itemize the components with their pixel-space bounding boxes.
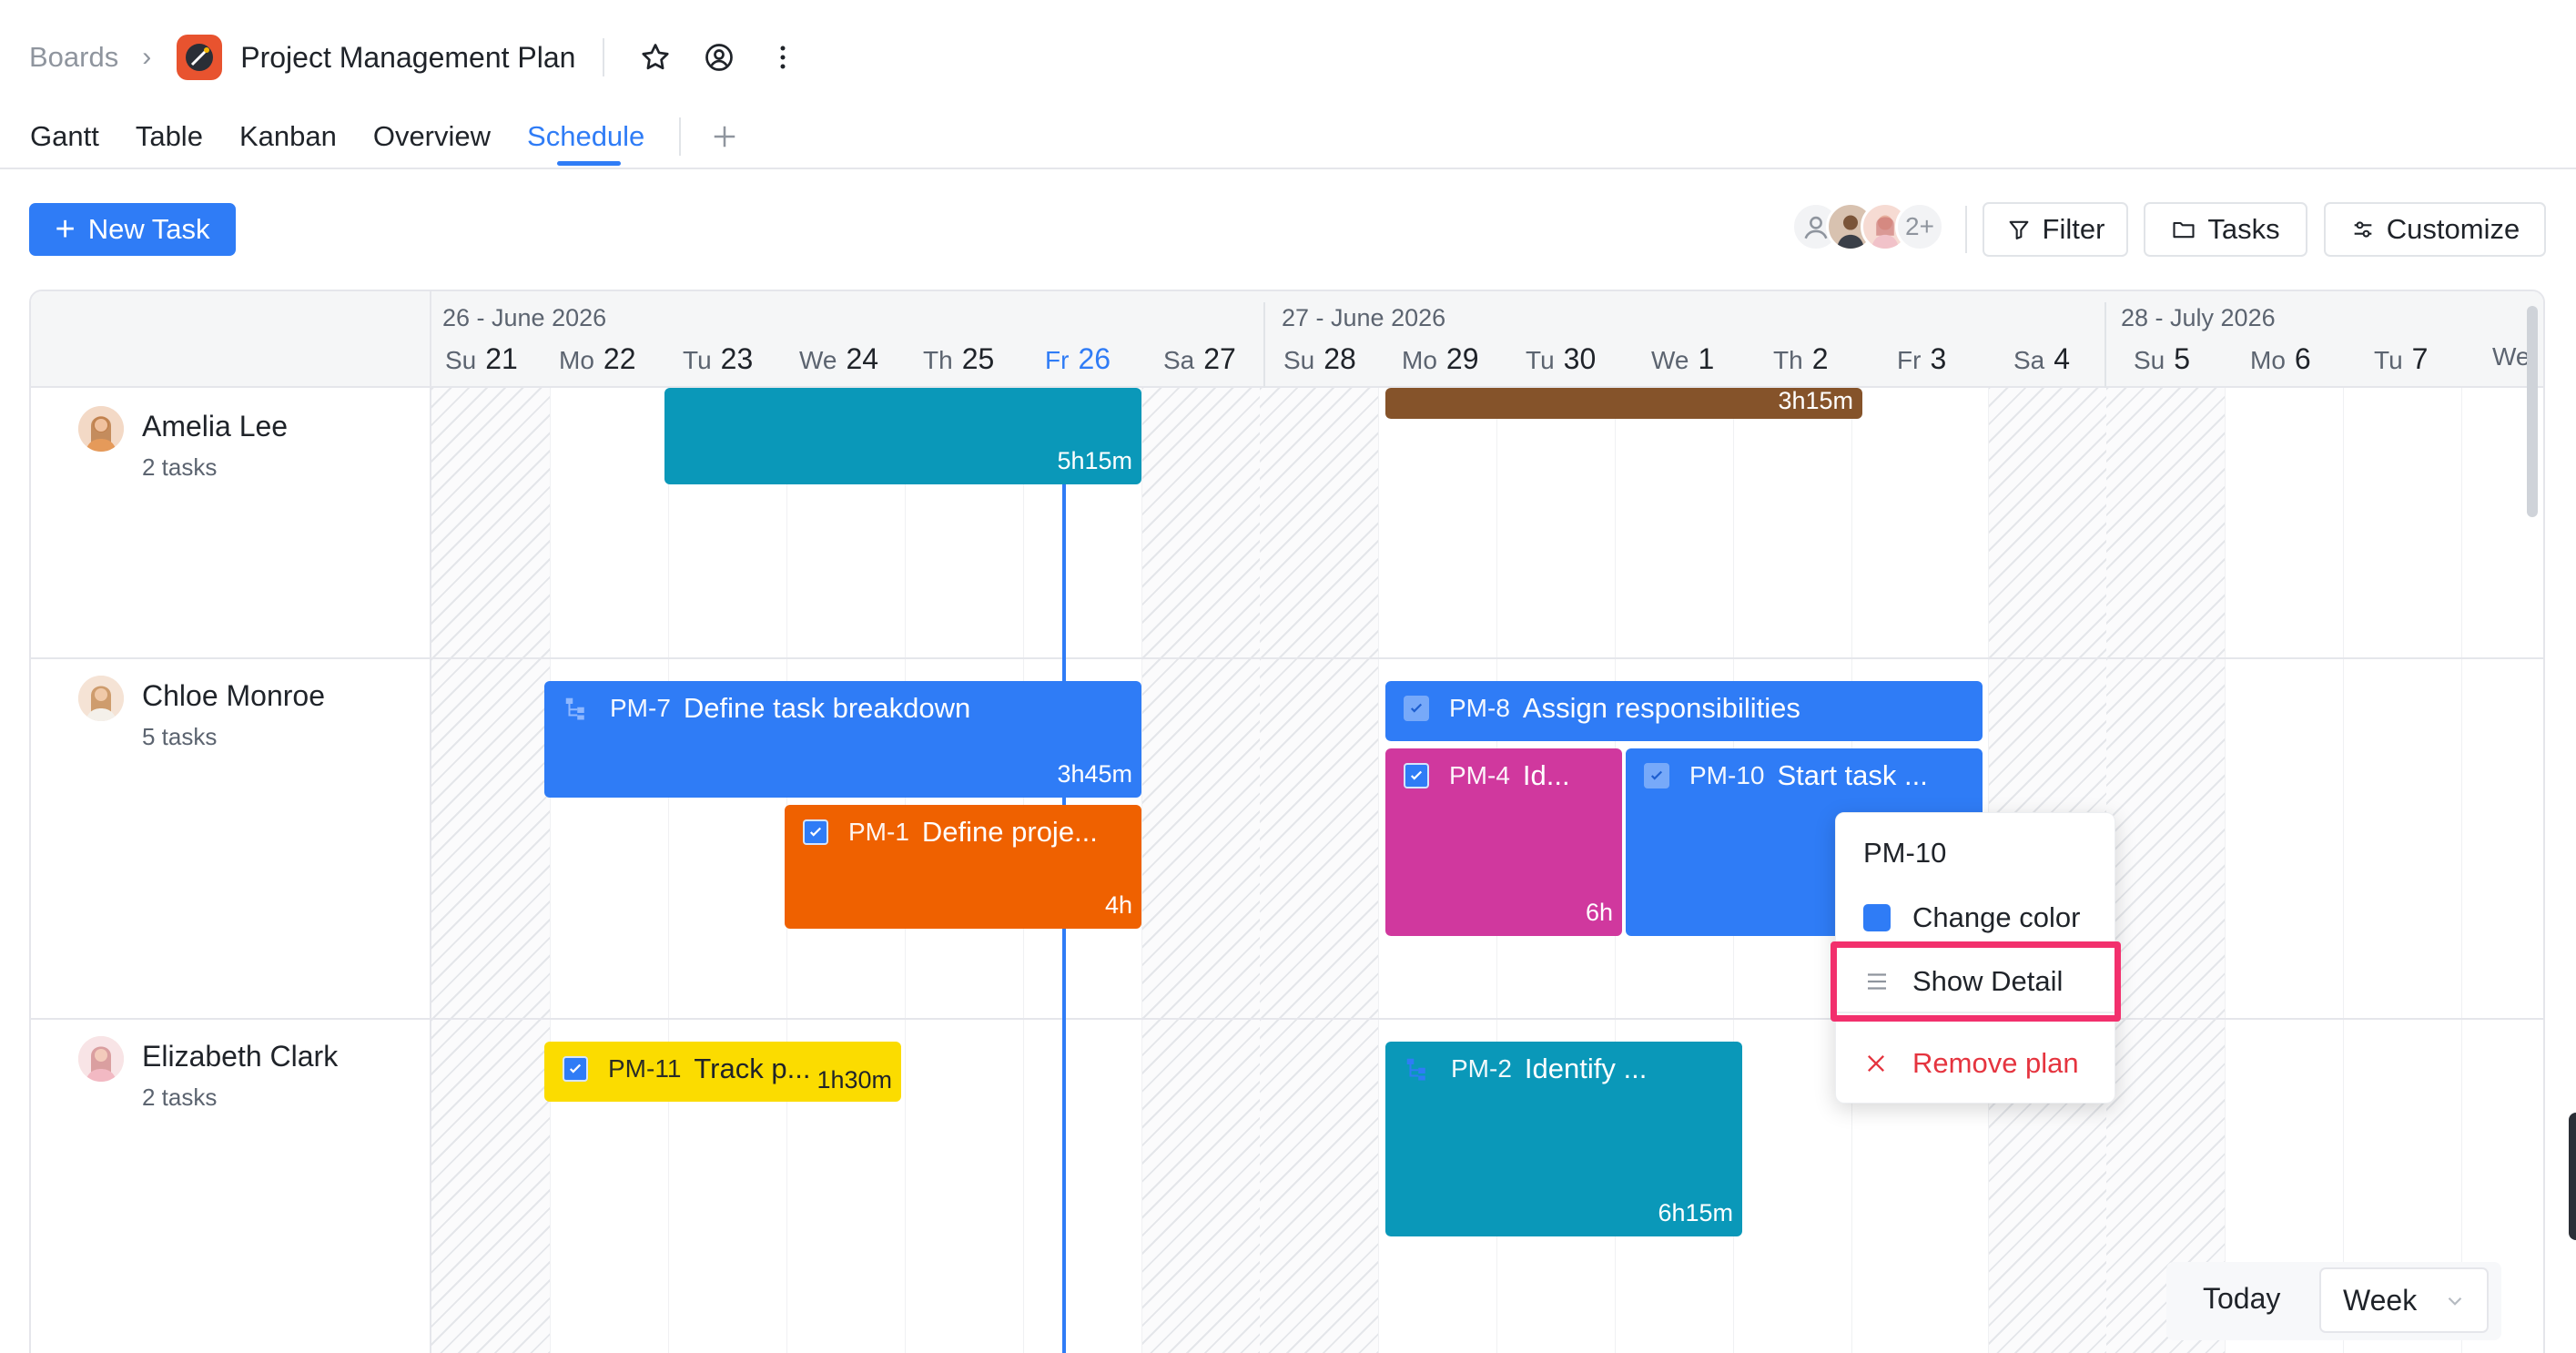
tab-gantt[interactable]: Gantt xyxy=(30,111,99,162)
view-tabs: Gantt Table Kanban Overview Schedule xyxy=(30,111,768,166)
subtask-icon xyxy=(563,695,590,722)
more-vertical-icon[interactable] xyxy=(763,37,803,77)
customize-button[interactable]: Customize xyxy=(2324,202,2546,257)
checkbox-icon xyxy=(1404,696,1429,721)
task-bar-pm-4[interactable]: PM-4 Id... 6h xyxy=(1385,748,1622,936)
folder-icon xyxy=(2173,221,2195,239)
divider xyxy=(1965,206,1967,253)
view-mode-select[interactable]: Week xyxy=(2319,1267,2489,1333)
day-header: We 24 xyxy=(799,342,879,375)
month-label: 28 - July 2026 xyxy=(2121,304,2276,331)
star-icon[interactable] xyxy=(635,37,675,77)
month-label: 27 - June 2026 xyxy=(1282,304,1446,331)
tab-schedule[interactable]: Schedule xyxy=(527,111,644,166)
divider xyxy=(679,117,682,156)
day-header: Mo 22 xyxy=(559,342,636,375)
add-view-icon[interactable] xyxy=(705,117,745,157)
day-header: Su 5 xyxy=(2134,342,2191,375)
checkbox-icon xyxy=(803,819,828,845)
checkbox-icon xyxy=(563,1056,588,1082)
task-bar-pm-11[interactable]: PM-11 Track p... 1h30m xyxy=(544,1042,901,1102)
watch-user-icon[interactable] xyxy=(699,37,739,77)
day-header: Tu 23 xyxy=(683,342,754,375)
close-icon xyxy=(1868,1055,1884,1072)
tab-overview[interactable]: Overview xyxy=(373,111,491,162)
weekend-column xyxy=(1260,388,1378,1353)
checkbox-icon xyxy=(1404,763,1429,788)
project-title: Project Management Plan xyxy=(240,40,576,74)
breadcrumb-boards[interactable]: Boards xyxy=(29,41,118,74)
chevron-right-icon: › xyxy=(142,42,152,72)
day-header-today: Fr 26 xyxy=(1045,342,1111,375)
task-bar[interactable]: 5h15m xyxy=(664,388,1141,484)
column-divider xyxy=(430,291,431,1353)
weekend-column xyxy=(431,388,550,1353)
filter-icon xyxy=(2009,220,2028,239)
project-logo-icon xyxy=(177,35,223,80)
day-header: Tu 7 xyxy=(2374,342,2429,375)
member-avatars[interactable]: 2+ xyxy=(1791,202,1944,255)
weekend-column xyxy=(1141,388,1260,1353)
schedule-grid: 26 - June 2026 27 - June 2026 28 - July … xyxy=(29,290,2545,1353)
avatar xyxy=(78,676,124,721)
subtask-icon xyxy=(1404,1055,1431,1083)
day-header: Fr 3 xyxy=(1897,342,1947,375)
header-divider xyxy=(0,168,2576,169)
task-bar-pm-7[interactable]: PM-7 Define task breakdown 3h45m xyxy=(544,681,1141,798)
chevron-down-icon xyxy=(2448,1297,2462,1306)
day-header: Mo 6 xyxy=(2250,342,2311,375)
tab-kanban[interactable]: Kanban xyxy=(239,111,337,162)
avatar xyxy=(78,1036,124,1082)
change-color-item[interactable]: Change color xyxy=(1863,897,2080,939)
menu-title: PM-10 xyxy=(1863,837,1947,869)
avatar xyxy=(78,406,124,452)
task-bar-pm-2[interactable]: PM-2 Identify ... 6h15m xyxy=(1385,1042,1742,1236)
day-header: Th 25 xyxy=(923,342,995,375)
day-header: Th 2 xyxy=(1773,342,1829,375)
plus-icon: + xyxy=(55,210,76,249)
day-header: Sa 27 xyxy=(1163,342,1236,375)
month-label: 26 - June 2026 xyxy=(442,304,607,331)
task-bar[interactable]: 3h15m xyxy=(1385,388,1862,419)
task-bar-pm-8[interactable]: PM-8 Assign responsibilities xyxy=(1385,681,1983,741)
color-swatch-icon xyxy=(1863,904,1891,931)
task-bar-pm-1[interactable]: PM-1 Define proje... 4h xyxy=(785,805,1141,929)
day-header: We 1 xyxy=(1651,342,1715,375)
filter-button[interactable]: Filter xyxy=(1983,202,2128,257)
remove-plan-item[interactable]: Remove plan xyxy=(1863,1043,2079,1084)
new-task-button[interactable]: + New Task xyxy=(29,203,236,256)
weekend-column xyxy=(2106,388,2225,1353)
sliders-icon xyxy=(2354,221,2372,238)
today-button[interactable]: Today xyxy=(2203,1282,2280,1316)
vertical-scrollbar[interactable] xyxy=(2527,306,2538,517)
row-divider xyxy=(31,1018,2543,1020)
tasks-button[interactable]: Tasks xyxy=(2144,202,2307,257)
day-header: Tu 30 xyxy=(1526,342,1597,375)
day-header: Su 21 xyxy=(445,342,518,375)
more-members-badge: 2+ xyxy=(1895,202,1944,251)
day-header: Su 28 xyxy=(1283,342,1356,375)
row-divider xyxy=(31,657,2543,659)
checkbox-icon xyxy=(1644,763,1669,788)
divider xyxy=(603,38,605,76)
day-header: Sa 4 xyxy=(2013,342,2071,375)
side-panel-handle[interactable] xyxy=(2569,1113,2576,1240)
breadcrumb: Boards › Project Management Plan xyxy=(29,35,827,80)
tab-table[interactable]: Table xyxy=(136,111,203,162)
highlight-box xyxy=(1831,941,2121,1022)
day-header: Mo 29 xyxy=(1402,342,1479,375)
